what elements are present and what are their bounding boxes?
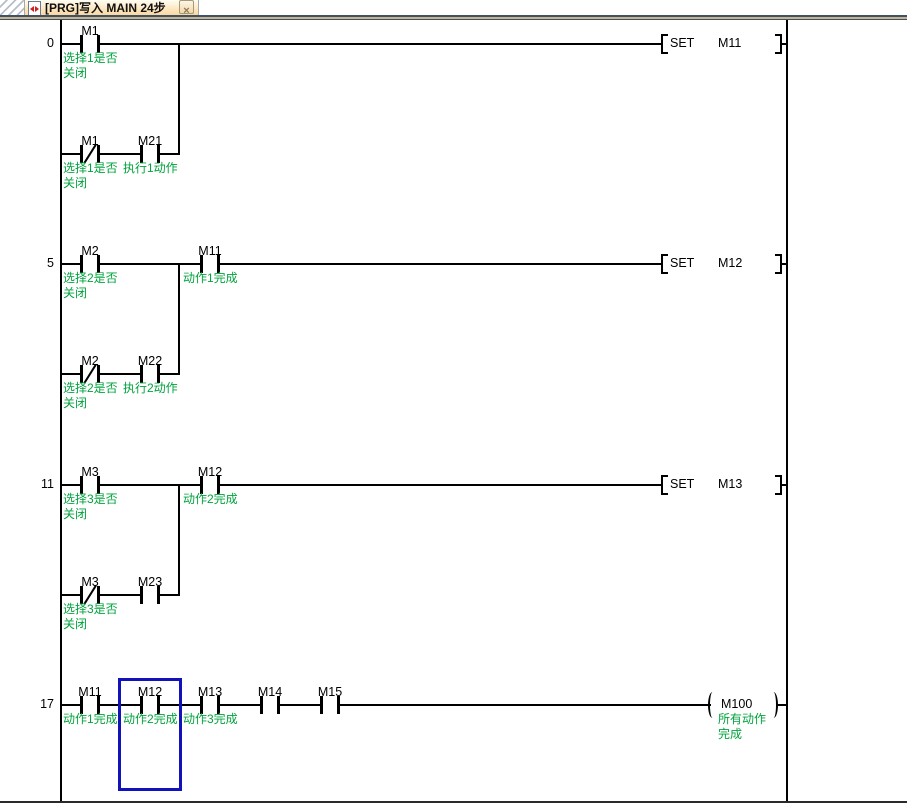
contact-cell-M3[interactable]: [60, 574, 120, 634]
set-instruction-cell[interactable]: [661, 23, 782, 83]
step-number: 11: [16, 477, 54, 492]
step-number: 17: [16, 697, 54, 712]
set-instruction-cell[interactable]: [661, 464, 782, 524]
contact-cell-M14[interactable]: [240, 684, 300, 744]
rung-line: [777, 704, 788, 706]
contact-cell-M11[interactable]: [60, 684, 120, 744]
rung-line: [782, 43, 788, 45]
tab-title: [PRG]写入 MAIN 24步: [45, 1, 180, 15]
contact-cell-M13[interactable]: [180, 684, 240, 744]
rung-line: [60, 43, 663, 45]
contact-cell-M21[interactable]: [120, 133, 180, 193]
step-number: 0: [16, 36, 54, 51]
tab-close-button[interactable]: ×: [179, 0, 194, 14]
contact-cell-M15[interactable]: [300, 684, 360, 744]
contact-cell-M3[interactable]: [60, 464, 120, 524]
contact-cell-M2[interactable]: [60, 243, 120, 303]
step-number: 5: [16, 256, 54, 271]
coil-instruction-cell[interactable]: [708, 684, 778, 744]
document-tab-bar: [PRG]写入 MAIN 24步 ×: [0, 0, 907, 20]
rung-line: [782, 263, 788, 265]
contact-cell-M23[interactable]: [120, 574, 180, 634]
rung-line: [60, 263, 663, 265]
document-tab[interactable]: [PRG]写入 MAIN 24步 ×: [24, 0, 199, 15]
set-instruction-cell[interactable]: [661, 243, 782, 303]
rung-line: [60, 484, 663, 486]
contact-cell-M22[interactable]: [120, 353, 180, 413]
tab-bar-stripe: [0, 15, 907, 20]
tab-corner-hatch: [0, 0, 24, 15]
contact-cell-M2[interactable]: [60, 353, 120, 413]
plc-ladder-editor-window: [PRG]写入 MAIN 24步 × 0SETM11M1选择1是否关闭M21执行…: [0, 0, 907, 803]
rung-line: [782, 484, 788, 486]
selection-cursor: [118, 678, 182, 791]
contact-cell-M1[interactable]: [60, 133, 120, 193]
right-power-rail: [786, 20, 788, 801]
contact-cell-M12[interactable]: [180, 464, 240, 524]
ladder-program-icon: [28, 1, 41, 16]
contact-cell-M11[interactable]: [180, 243, 240, 303]
contact-cell-M1[interactable]: [60, 23, 120, 83]
